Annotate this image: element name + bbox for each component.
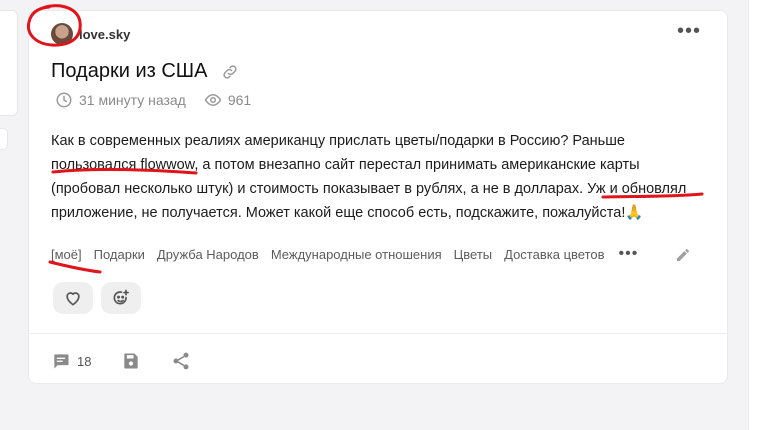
tag-item[interactable]: Подарки	[94, 247, 145, 262]
add-reaction-button[interactable]	[101, 282, 141, 314]
pencil-icon[interactable]	[675, 247, 691, 263]
tags-more-button[interactable]: •••	[619, 245, 639, 263]
avatar[interactable]	[51, 23, 73, 45]
post-title-row: Подарки из США	[51, 60, 239, 83]
right-panel-edge	[748, 0, 770, 430]
tag-item[interactable]: Цветы	[454, 247, 492, 262]
post-card: love.sky ••• Подарки из США 31 минуту на…	[28, 10, 728, 384]
tag-item[interactable]: Дружба Народов	[157, 247, 259, 262]
eye-icon	[204, 93, 222, 107]
clock-icon	[56, 92, 72, 108]
post-title[interactable]: Подарки из США	[51, 60, 207, 83]
share-icon[interactable]	[171, 351, 191, 371]
emoji-add-icon	[113, 289, 129, 305]
save-icon[interactable]	[121, 351, 141, 371]
post-time[interactable]: 31 минуту назад	[79, 92, 186, 108]
tag-item[interactable]: Международные отношения	[271, 247, 442, 262]
post-body: Как в современных реалиях американцу при…	[51, 133, 687, 221]
sidebar-button-edge[interactable]	[0, 128, 8, 150]
footer-divider	[29, 333, 727, 334]
tag-item[interactable]: Доставка цветов	[504, 247, 604, 262]
post-meta: 31 минуту назад 961	[55, 91, 251, 109]
post-footer: 18	[51, 351, 191, 371]
tag-list: [моё] Подарки Дружба Народов Международн…	[51, 245, 638, 263]
author-name[interactable]: love.sky	[79, 27, 130, 42]
heart-icon	[66, 292, 80, 306]
post-more-menu-button[interactable]: •••	[677, 21, 701, 41]
author-row[interactable]: love.sky	[51, 22, 130, 46]
like-button[interactable]	[53, 282, 93, 314]
views-count: 961	[227, 92, 252, 108]
sidebar-panel-edge	[0, 10, 18, 116]
comment-icon[interactable]	[51, 351, 71, 371]
tag-item[interactable]: [моё]	[51, 247, 82, 262]
link-icon[interactable]	[221, 63, 239, 81]
comments-count[interactable]: 18	[77, 354, 91, 369]
